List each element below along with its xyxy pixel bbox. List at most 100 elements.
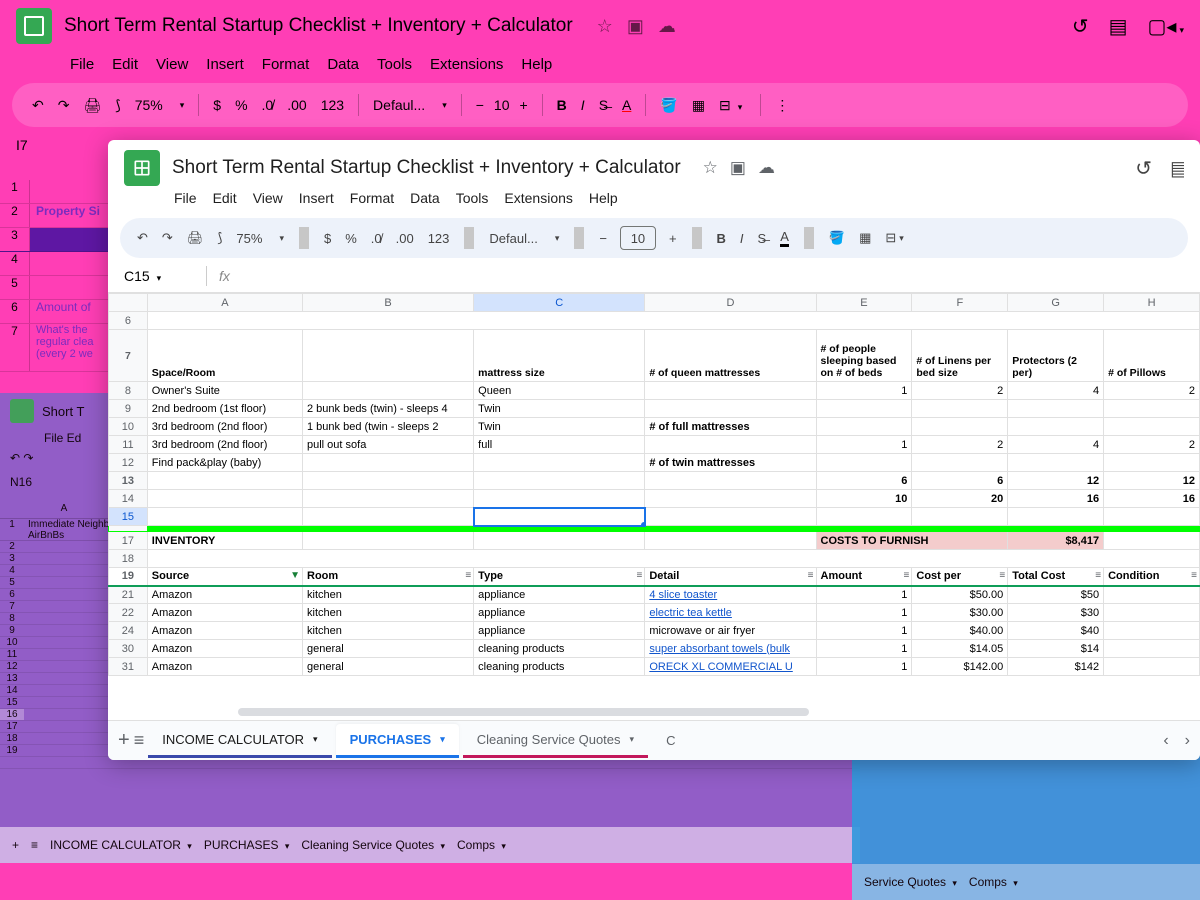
move-icon[interactable]: ▣ [627,16,644,37]
menu-view[interactable]: View [253,190,283,206]
all-sheets-icon[interactable]: ≡ [31,838,38,852]
strike-icon[interactable]: S̶ [753,231,772,246]
fill-color-icon[interactable]: 🪣 [824,230,850,246]
menu-file[interactable]: File [174,190,197,206]
percent-icon[interactable]: % [231,97,251,113]
filter-icon[interactable]: ▼ [290,570,300,581]
menu-help[interactable]: Help [589,190,618,206]
merge-icon[interactable]: ⊟▾ [715,97,750,114]
increase-decimal-icon[interactable]: .00 [391,231,419,246]
tab-scroll-right-icon[interactable]: › [1185,732,1190,750]
menu-extensions[interactable]: Extensions [504,190,572,206]
zoom-level[interactable]: 75% [231,231,267,246]
sheets-app-icon[interactable] [124,150,160,186]
decrease-decimal-icon[interactable]: .0̸ [258,97,278,113]
menu-edit[interactable]: Edit [112,56,138,73]
menu-tools[interactable]: Tools [456,190,489,206]
strike-icon[interactable]: S̶ [595,97,612,113]
col-header[interactable]: C [474,294,645,312]
increase-decimal-icon[interactable]: .00 [283,97,310,113]
italic-icon[interactable]: I [577,97,589,113]
star-icon[interactable]: ☆ [703,158,718,178]
undo-icon[interactable]: ↶ [132,230,153,246]
col-header[interactable]: A [147,294,302,312]
decrease-font-icon[interactable]: − [594,231,612,246]
currency-icon[interactable]: $ [319,231,336,246]
move-icon[interactable]: ▣ [730,158,746,178]
document-title[interactable]: Short Term Rental Startup Checklist + In… [64,15,573,37]
col-header[interactable]: G [1008,294,1104,312]
paint-format-icon[interactable]: ⟆ [212,230,227,246]
fill-color-icon[interactable]: 🪣 [656,97,681,114]
menu-view[interactable]: View [156,56,188,73]
font-size-input[interactable]: 10 [494,97,510,113]
increase-font-icon[interactable]: + [664,231,682,246]
filter-icon[interactable]: ≡ [904,570,910,581]
font-selector[interactable]: Defaul... [369,97,429,113]
menu-insert[interactable]: Insert [299,190,334,206]
print-icon[interactable]: 🖨 [79,97,105,114]
print-icon[interactable]: 🖨 [182,230,209,246]
tab-truncated[interactable]: C [652,725,689,756]
text-color-icon[interactable]: A [618,97,635,113]
menu-format[interactable]: Format [350,190,394,206]
filter-icon[interactable]: ≡ [465,570,471,581]
filter-icon[interactable]: ≡ [637,570,643,581]
bold-icon[interactable]: B [553,97,571,113]
currency-icon[interactable]: $ [209,97,225,113]
col-header[interactable]: B [303,294,474,312]
cloud-icon[interactable]: ☁ [758,158,775,178]
all-sheets-icon[interactable]: ≡ [134,730,145,751]
selected-cell[interactable] [474,508,645,526]
borders-icon[interactable]: ▦ [854,230,876,246]
bold-icon[interactable]: B [712,231,731,246]
italic-icon[interactable]: I [735,231,749,246]
menu-help[interactable]: Help [521,56,552,73]
sheets-app-icon[interactable] [16,8,52,44]
text-color-icon[interactable]: A [775,229,794,247]
comment-icon[interactable]: ▤ [1109,14,1128,39]
more-formats-icon[interactable]: 123 [423,231,455,246]
filter-icon[interactable]: ≡ [1191,570,1197,581]
borders-icon[interactable]: ▦ [688,97,709,114]
col-header[interactable]: D [645,294,816,312]
menu-data[interactable]: Data [327,56,359,73]
tab-comps[interactable]: Comps ▾ [457,838,506,852]
tab-service-quotes[interactable]: Service Quotes ▾ [864,875,957,889]
decrease-font-icon[interactable]: − [472,97,488,113]
filter-icon[interactable]: ≡ [808,570,814,581]
filter-icon[interactable]: ≡ [1095,570,1101,581]
tab-income-calculator[interactable]: INCOME CALCULATOR▾ [148,724,331,758]
tab-cleaning[interactable]: Cleaning Service Quotes ▾ [301,838,445,852]
redo-icon[interactable]: ↷ [54,97,74,114]
history-icon[interactable]: ↺ [1135,156,1152,181]
filter-icon[interactable]: ≡ [999,570,1005,581]
font-selector[interactable]: Defaul... [484,231,542,246]
percent-icon[interactable]: % [340,231,362,246]
col-header[interactable]: F [912,294,1008,312]
chevron-down-icon[interactable]: ▾ [274,233,289,244]
horizontal-scrollbar[interactable] [238,708,1190,720]
add-sheet-icon[interactable]: + [12,838,19,852]
chevron-down-icon[interactable]: ▾ [550,233,565,244]
col-header[interactable]: E [816,294,912,312]
tab-scroll-left-icon[interactable]: ‹ [1163,732,1168,750]
tab-comps[interactable]: Comps ▾ [969,875,1018,889]
spreadsheet-grid[interactable]: A B C D E F G H 6 7 Space/Room mattress … [108,293,1200,733]
merge-icon[interactable]: ⊟ ▾ [880,230,908,246]
more-icon[interactable]: ⋮ [771,97,793,114]
menu-data[interactable]: Data [410,190,440,206]
comment-icon[interactable]: ▤ [1170,156,1184,181]
name-box[interactable]: C15 ▾ [124,268,194,284]
undo-icon[interactable]: ↶ [28,97,48,114]
cloud-icon[interactable]: ☁ [658,16,676,37]
increase-font-icon[interactable]: + [515,97,531,113]
more-formats-icon[interactable]: 123 [317,97,348,113]
menu-format[interactable]: Format [262,56,310,73]
col-header[interactable]: H [1104,294,1200,312]
paint-format-icon[interactable]: ⟆ [111,97,124,114]
redo-icon[interactable]: ↷ [157,230,178,246]
tab-cleaning-service-quotes[interactable]: Cleaning Service Quotes▾ [463,724,648,758]
font-size-input[interactable]: 10 [620,226,656,250]
menu-edit[interactable]: Edit [213,190,237,206]
